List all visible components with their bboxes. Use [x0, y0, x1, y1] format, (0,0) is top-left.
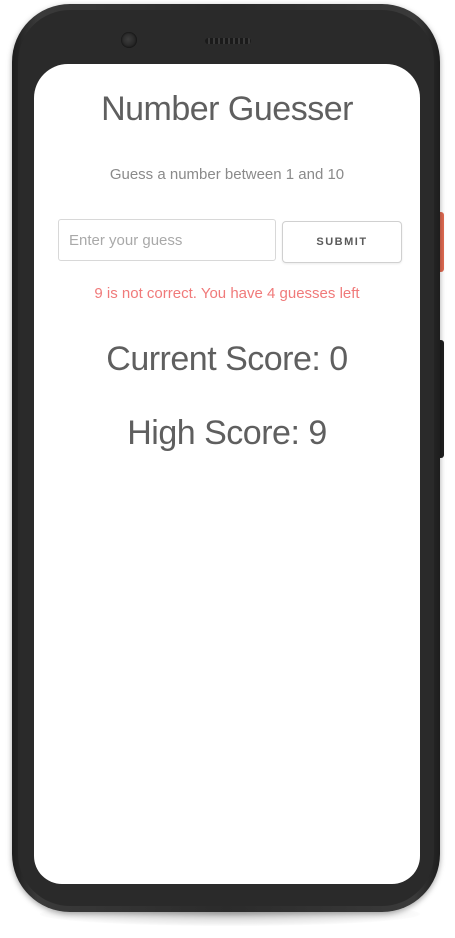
instructions-text: Guess a number between 1 and 10 — [109, 166, 345, 183]
app-title: Number Guesser — [101, 90, 353, 128]
earpiece-speaker-icon — [205, 38, 251, 44]
feedback-message: 9 is not correct. You have 4 guesses lef… — [94, 285, 360, 302]
current-score: Current Score: 0 — [106, 340, 348, 378]
guess-input[interactable] — [58, 219, 276, 261]
front-camera-icon — [121, 32, 137, 48]
high-score: High Score: 9 — [127, 414, 327, 452]
phone-screen: Number Guesser Guess a number between 1 … — [34, 64, 420, 884]
submit-button[interactable]: SUBMIT — [282, 221, 402, 263]
device-stage: Number Guesser Guess a number between 1 … — [0, 0, 455, 938]
number-guesser-app: Number Guesser Guess a number between 1 … — [34, 64, 420, 884]
